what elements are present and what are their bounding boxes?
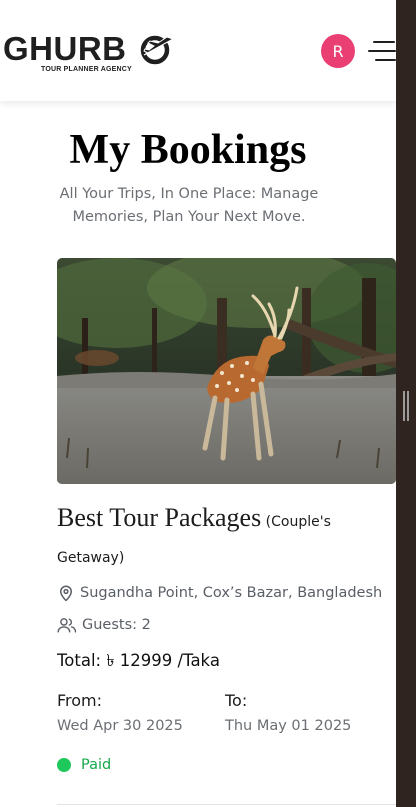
status-dot-icon	[57, 758, 71, 772]
app-viewport: GHURB TOUR PLANNER AGENCY R My Bookings …	[0, 0, 396, 807]
plane-globe-logo-icon	[140, 35, 175, 65]
package-title: Best Tour Packages (Couple's Getaway)	[57, 500, 387, 576]
booking-total: Total: ৳ 12999 /Taka	[57, 651, 220, 670]
booking-location: Sugandha Point, Cox’s Bazar, Bangladesh	[57, 584, 382, 602]
booking-guests: Guests: 2	[57, 616, 151, 634]
location-text: Sugandha Point, Cox’s Bazar, Bangladesh	[80, 585, 383, 601]
brand-tagline: TOUR PLANNER AGENCY	[41, 66, 132, 73]
brand-logo[interactable]: GHURB TOUR PLANNER AGENCY	[3, 32, 183, 76]
map-pin-icon	[60, 585, 72, 602]
hamburger-menu-icon[interactable]	[368, 40, 396, 62]
top-navbar: GHURB TOUR PLANNER AGENCY R	[0, 0, 396, 101]
brand-name: GHURB	[3, 30, 127, 67]
user-avatar[interactable]: R	[321, 34, 355, 68]
guests-text: Guests: 2	[82, 617, 151, 633]
from-date: Wed Apr 30 2025	[57, 718, 183, 734]
package-photo	[57, 258, 396, 484]
page-title: My Bookings	[69, 127, 307, 173]
status-text: Paid	[81, 757, 112, 773]
from-label: From:	[57, 691, 103, 710]
package-name: Best Tour Packages	[57, 503, 262, 532]
payment-status: Paid	[57, 757, 111, 773]
to-label: To:	[225, 691, 248, 710]
card-divider	[57, 804, 396, 805]
page-subtitle: All Your Trips, In One Place: Manage Mem…	[59, 186, 319, 225]
resize-handle[interactable]	[403, 391, 409, 421]
to-date: Thu May 01 2025	[225, 718, 352, 734]
users-icon	[57, 618, 77, 633]
